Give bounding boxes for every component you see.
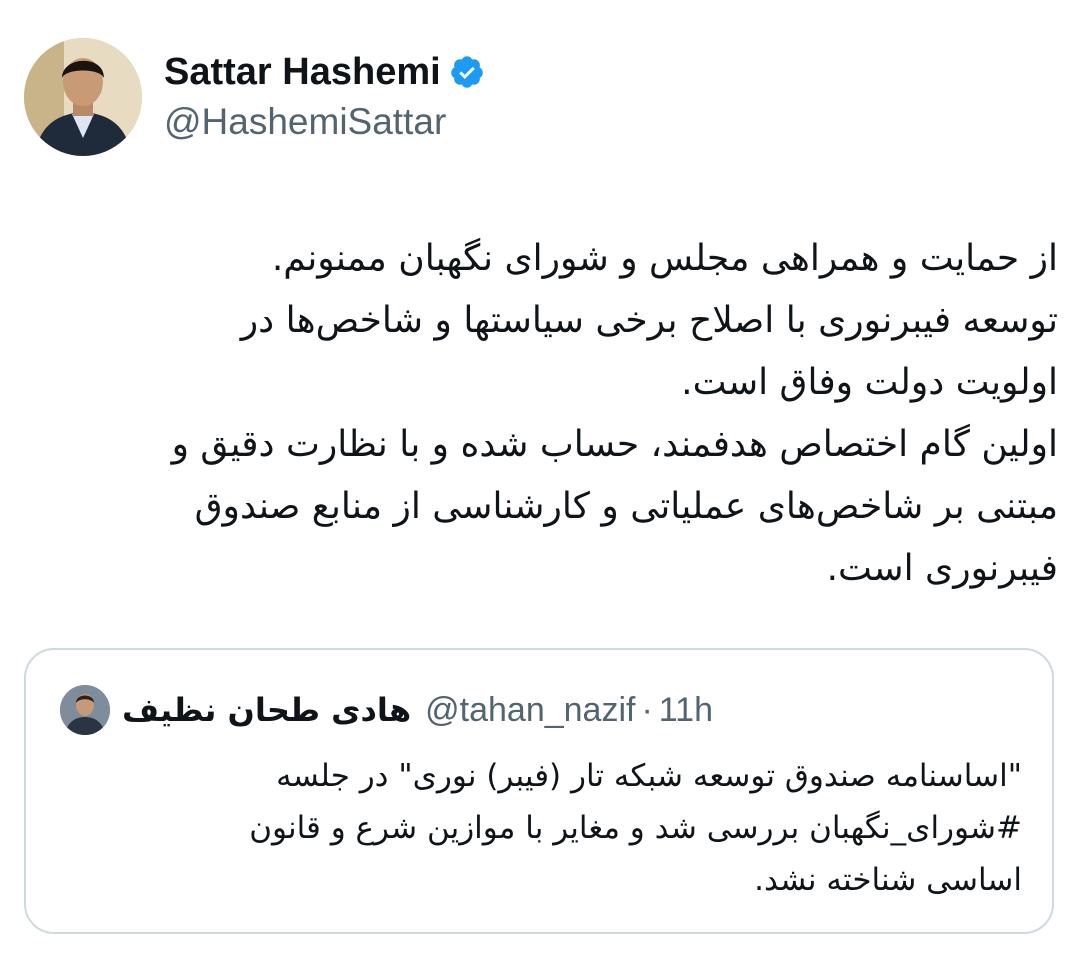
- quoted-tweet-text: "اساسنامه صندوق توسعه شبکه تار (فیبر) نو…: [56, 750, 1022, 906]
- tweet-text-line: از حمایت و همراهی مجلس و شورای نگهبان مم…: [271, 238, 1058, 279]
- tweet-text-line: اولین گام اختصاص هدفمند، حساب شده و با ن…: [171, 424, 1058, 465]
- author-avatar[interactable]: [24, 38, 142, 156]
- tweet-text-line: مبتنی بر شاخص‌های عملیاتی و کارشناسی از …: [194, 486, 1058, 527]
- user-photo-icon: [24, 38, 142, 156]
- tweet-header: Sattar Hashemi @HashemiSattar: [24, 38, 485, 156]
- quoted-tweet-card[interactable]: هادی طحان نظیف @tahan_nazif · 11h "اساسن…: [24, 648, 1054, 934]
- quoted-author-avatar[interactable]: [60, 685, 110, 735]
- tweet-text-line: اولویت دولت وفاق است.: [681, 362, 1058, 403]
- tweet-text-line: فیبرنوری است.: [826, 548, 1058, 589]
- tweet-text-line: توسعه فیبرنوری با اصلاح برخی سیاستها و ش…: [240, 300, 1058, 341]
- tweet-text: از حمایت و همراهی مجلس و شورای نگهبان مم…: [20, 228, 1058, 600]
- quoted-text-line: اساسی شناخته نشد.: [754, 862, 1022, 898]
- separator-dot: ·: [641, 690, 653, 729]
- quoted-text-line: #شورای_نگهبان بررسی شد و مغایر با موازین…: [249, 810, 1022, 846]
- verified-badge-icon: [450, 56, 483, 88]
- author-display-name[interactable]: Sattar Hashemi: [164, 49, 441, 95]
- author-name-row: Sattar Hashemi: [164, 49, 485, 95]
- quoted-tweet-timestamp[interactable]: 11h: [659, 691, 713, 730]
- quoted-author-display-name[interactable]: هادی طحان نظیف: [122, 691, 411, 729]
- user-photo-icon: [60, 685, 110, 735]
- author-handle[interactable]: @HashemiSattar: [164, 99, 485, 145]
- quoted-text-line: "اساسنامه صندوق توسعه شبکه تار (فیبر) نو…: [276, 758, 1022, 794]
- quoted-author-handle[interactable]: @tahan_nazif: [425, 691, 635, 730]
- author-names: Sattar Hashemi @HashemiSattar: [164, 49, 485, 145]
- quoted-tweet-header: هادی طحان نظیف @tahan_nazif · 11h: [60, 684, 713, 736]
